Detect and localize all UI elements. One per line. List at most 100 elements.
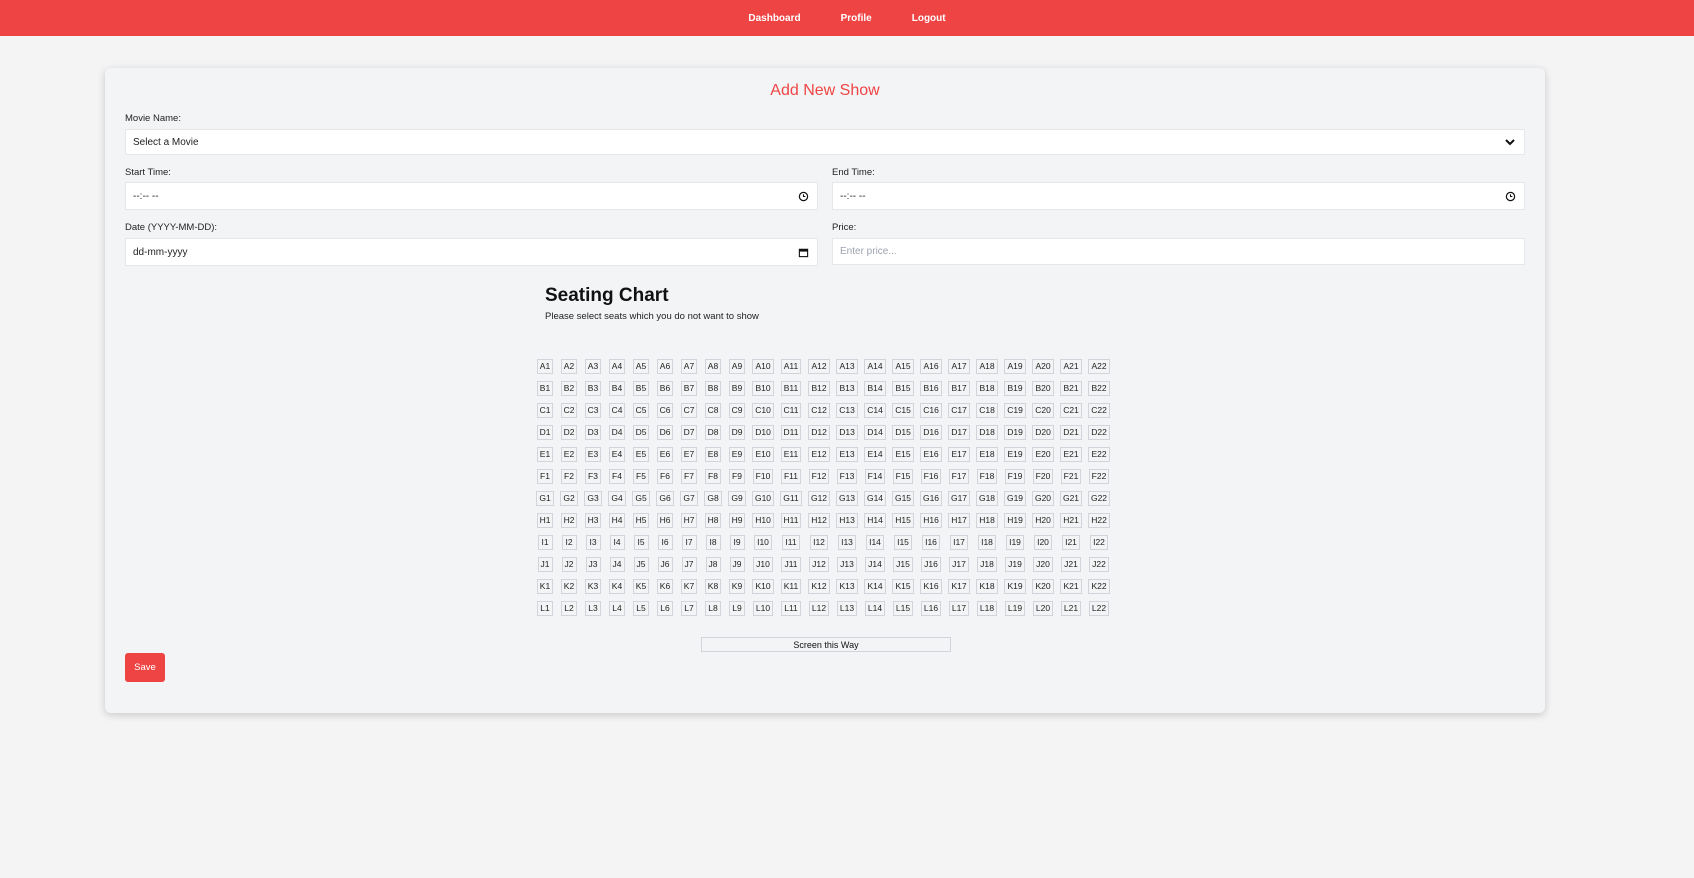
seat[interactable]: A17 xyxy=(948,358,970,374)
seat[interactable]: J12 xyxy=(809,556,829,572)
seat[interactable]: A18 xyxy=(976,358,998,374)
seat[interactable]: G9 xyxy=(728,490,746,506)
seat[interactable]: C11 xyxy=(780,402,802,418)
seat[interactable]: J15 xyxy=(893,556,913,572)
seat[interactable]: E19 xyxy=(1004,446,1026,462)
start-time-input[interactable]: --:-- -- xyxy=(125,182,818,210)
seat[interactable]: B7 xyxy=(680,380,698,396)
seat[interactable]: J10 xyxy=(753,556,773,572)
seat[interactable]: J6 xyxy=(657,556,673,572)
seat[interactable]: L13 xyxy=(836,600,858,616)
seat[interactable]: L15 xyxy=(892,600,914,616)
seat[interactable]: E8 xyxy=(704,446,722,462)
seat[interactable]: I10 xyxy=(754,534,772,550)
seat[interactable]: C1 xyxy=(536,402,554,418)
seat[interactable]: C9 xyxy=(728,402,746,418)
seat[interactable]: I18 xyxy=(978,534,996,550)
seat[interactable]: D19 xyxy=(1004,424,1026,440)
seat[interactable]: A22 xyxy=(1088,358,1110,374)
seat[interactable]: G8 xyxy=(704,490,722,506)
seat[interactable]: B5 xyxy=(632,380,650,396)
seat[interactable]: E17 xyxy=(948,446,970,462)
seat[interactable]: E10 xyxy=(752,446,774,462)
seat[interactable]: I17 xyxy=(950,534,968,550)
seat[interactable]: C13 xyxy=(836,402,858,418)
seat[interactable]: I11 xyxy=(782,534,800,550)
seat[interactable]: F16 xyxy=(920,468,942,484)
seat[interactable]: L8 xyxy=(705,600,721,616)
seat[interactable]: C14 xyxy=(864,402,886,418)
seat[interactable]: G16 xyxy=(919,490,943,506)
seat[interactable]: F1 xyxy=(537,468,553,484)
seat[interactable]: A12 xyxy=(808,358,830,374)
nav-logout[interactable]: Logout xyxy=(912,13,946,24)
seat[interactable]: E14 xyxy=(864,446,886,462)
seat[interactable]: L21 xyxy=(1060,600,1082,616)
seat[interactable]: D18 xyxy=(976,424,998,440)
seat[interactable]: L9 xyxy=(729,600,745,616)
seat[interactable]: D4 xyxy=(608,424,626,440)
seat[interactable]: L12 xyxy=(808,600,830,616)
seat[interactable]: J21 xyxy=(1061,556,1081,572)
seat[interactable]: D20 xyxy=(1032,424,1054,440)
seat[interactable]: B20 xyxy=(1032,380,1054,396)
seat[interactable]: D17 xyxy=(948,424,970,440)
seat[interactable]: D21 xyxy=(1060,424,1082,440)
seat[interactable]: E22 xyxy=(1088,446,1110,462)
seat[interactable]: I12 xyxy=(810,534,828,550)
seat[interactable]: F19 xyxy=(1004,468,1026,484)
clock-icon[interactable] xyxy=(798,191,809,205)
seat[interactable]: G4 xyxy=(608,490,626,506)
seat[interactable]: E13 xyxy=(836,446,858,462)
seat[interactable]: J5 xyxy=(633,556,649,572)
seat[interactable]: I13 xyxy=(838,534,856,550)
seat[interactable]: L5 xyxy=(633,600,649,616)
seat[interactable]: K9 xyxy=(728,578,746,594)
seat[interactable]: F7 xyxy=(681,468,697,484)
seat[interactable]: K12 xyxy=(808,578,830,594)
seat[interactable]: K7 xyxy=(680,578,698,594)
seat[interactable]: H9 xyxy=(728,512,746,528)
seat[interactable]: D14 xyxy=(864,424,886,440)
seat[interactable]: H11 xyxy=(780,512,802,528)
seat[interactable]: B13 xyxy=(836,380,858,396)
seat[interactable]: F11 xyxy=(780,468,802,484)
seat[interactable]: H1 xyxy=(536,512,554,528)
seat[interactable]: J20 xyxy=(1033,556,1053,572)
seat[interactable]: E15 xyxy=(892,446,914,462)
seat[interactable]: H4 xyxy=(608,512,626,528)
seat[interactable]: I22 xyxy=(1090,534,1108,550)
seat[interactable]: D11 xyxy=(780,424,802,440)
seat[interactable]: F14 xyxy=(864,468,886,484)
seat[interactable]: D2 xyxy=(560,424,578,440)
seat[interactable]: L1 xyxy=(537,600,553,616)
seat[interactable]: K10 xyxy=(752,578,774,594)
seat[interactable]: C8 xyxy=(704,402,722,418)
seat[interactable]: D10 xyxy=(752,424,774,440)
seat[interactable]: K5 xyxy=(632,578,650,594)
seat[interactable]: A11 xyxy=(780,358,802,374)
seat[interactable]: J3 xyxy=(585,556,601,572)
seat[interactable]: E16 xyxy=(920,446,942,462)
seat[interactable]: G6 xyxy=(656,490,674,506)
seat[interactable]: I4 xyxy=(609,534,625,550)
seat[interactable]: A2 xyxy=(560,358,578,374)
seat[interactable]: J1 xyxy=(537,556,553,572)
seat[interactable]: C18 xyxy=(976,402,998,418)
seat[interactable]: C2 xyxy=(560,402,578,418)
seat[interactable]: B4 xyxy=(608,380,626,396)
seat[interactable]: F2 xyxy=(561,468,577,484)
end-time-input[interactable]: --:-- -- xyxy=(832,182,1525,210)
seat[interactable]: A20 xyxy=(1032,358,1054,374)
seat[interactable]: C12 xyxy=(808,402,830,418)
seat[interactable]: E7 xyxy=(680,446,698,462)
seat[interactable]: G7 xyxy=(680,490,698,506)
seat[interactable]: F18 xyxy=(976,468,998,484)
seat[interactable]: J18 xyxy=(977,556,997,572)
seat[interactable]: J9 xyxy=(729,556,745,572)
seat[interactable]: F12 xyxy=(808,468,830,484)
seat[interactable]: H13 xyxy=(836,512,858,528)
seat[interactable]: D13 xyxy=(836,424,858,440)
seat[interactable]: B16 xyxy=(920,380,942,396)
seat[interactable]: K3 xyxy=(584,578,602,594)
